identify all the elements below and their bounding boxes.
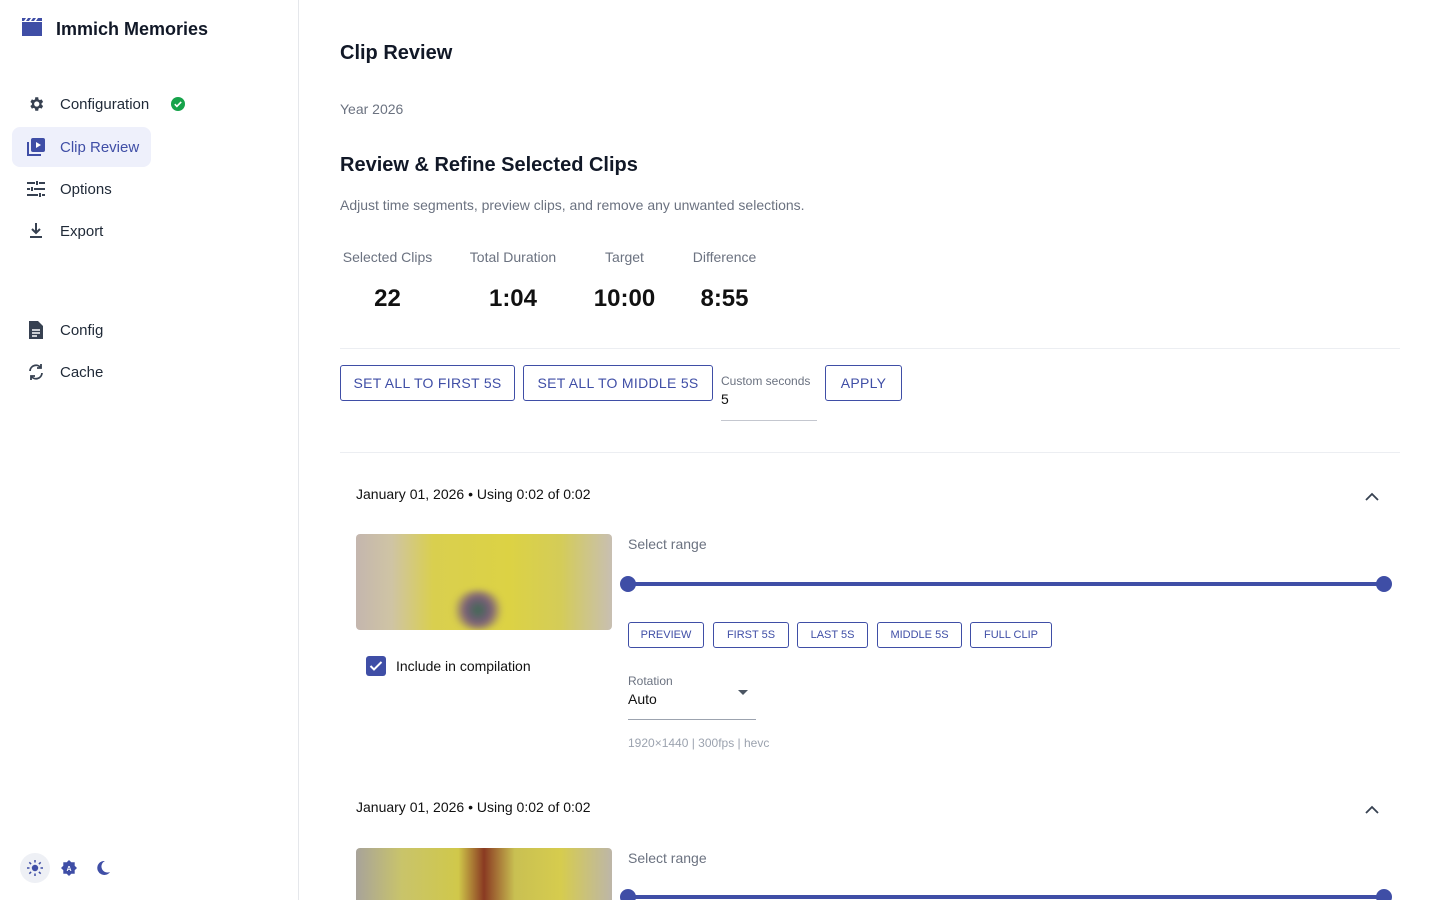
sidebar-item-label: Configuration: [60, 95, 150, 113]
moon-icon: [96, 861, 110, 875]
stat-label: Total Duration: [469, 249, 557, 265]
stat-difference: Difference 8:55: [690, 249, 759, 313]
stat-label: Selected Clips: [342, 249, 433, 265]
page-title: Clip Review: [340, 42, 453, 64]
middle-5s-button[interactable]: MIDDLE 5S: [877, 622, 962, 648]
brand: Immich Memories: [22, 18, 208, 41]
theme-light-button[interactable]: [20, 853, 50, 883]
document-icon: [26, 320, 46, 340]
sidebar-item-label: Clip Review: [60, 138, 140, 156]
stat-value: 22: [374, 285, 401, 312]
set-all-first-button[interactable]: SET ALL TO FIRST 5S: [340, 365, 515, 401]
clapperboard-icon: [22, 18, 42, 41]
sidebar-item-config[interactable]: Config: [12, 310, 103, 350]
stat-target: Target 10:00: [590, 249, 659, 313]
sidebar-item-export[interactable]: Export: [12, 211, 103, 251]
theme-dark-button[interactable]: [88, 853, 118, 883]
checkmark-icon: [369, 660, 383, 672]
range-slider-start-handle[interactable]: [620, 889, 636, 900]
clip-thumbnail[interactable]: [356, 848, 612, 900]
chevron-up-icon[interactable]: [1365, 802, 1379, 814]
range-slider-start-handle[interactable]: [620, 576, 636, 592]
sidebar-item-label: Options: [60, 180, 112, 198]
apply-button[interactable]: APPLY: [825, 365, 902, 401]
stat-total-duration: Total Duration 1:04: [467, 249, 559, 313]
thumbnail-blur-shape: [452, 590, 504, 630]
sidebar: Immich Memories Configuration Clip Revie…: [0, 0, 299, 900]
range-slider-track[interactable]: [628, 895, 1384, 899]
stat-value: 8:55: [700, 285, 749, 312]
custom-seconds-input[interactable]: Custom seconds 5: [721, 374, 817, 421]
svg-text:A: A: [66, 866, 71, 873]
last-5s-button[interactable]: LAST 5S: [797, 622, 868, 648]
dropdown-caret-icon: [738, 690, 748, 695]
section-title: Review & Refine Selected Clips: [340, 154, 638, 176]
range-slider-end-handle[interactable]: [1376, 889, 1392, 900]
year-label: Year 2026: [340, 101, 404, 117]
sidebar-item-clip-review[interactable]: Clip Review: [12, 127, 151, 167]
divider: [340, 348, 1400, 349]
rotation-value: Auto: [628, 691, 657, 707]
sidebar-item-options[interactable]: Options: [12, 169, 112, 209]
clip-header[interactable]: January 01, 2026 • Using 0:02 of 0:02: [356, 799, 591, 815]
check-circle-icon: [171, 97, 186, 111]
auto-brightness-icon: A: [61, 860, 77, 876]
first-5s-button[interactable]: FIRST 5S: [713, 622, 789, 648]
full-clip-button[interactable]: FULL CLIP: [970, 622, 1052, 648]
range-slider-track[interactable]: [628, 582, 1384, 586]
range-label: Select range: [628, 850, 707, 866]
stat-label: Difference: [692, 249, 757, 265]
range-slider-end-handle[interactable]: [1376, 576, 1392, 592]
rotation-label: Rotation: [628, 674, 673, 688]
sun-icon: [27, 860, 43, 876]
refresh-icon: [26, 362, 46, 382]
sidebar-item-configuration[interactable]: Configuration: [12, 84, 186, 124]
app-title: Immich Memories: [56, 19, 209, 39]
sidebar-item-cache[interactable]: Cache: [12, 352, 103, 392]
sidebar-item-label: Export: [60, 222, 104, 240]
include-label[interactable]: Include in compilation: [396, 658, 531, 674]
preview-button[interactable]: PREVIEW: [628, 622, 704, 648]
stat-value: 10:00: [593, 285, 656, 312]
sidebar-item-label: Config: [60, 321, 104, 339]
custom-seconds-label: Custom seconds: [721, 374, 811, 388]
clip-metadata: 1920×1440 | 300fps | hevc: [628, 736, 770, 750]
download-icon: [26, 221, 46, 241]
stat-value: 1:04: [488, 285, 538, 312]
stat-selected-clips: Selected Clips 22: [340, 249, 435, 313]
divider: [340, 452, 1400, 453]
include-checkbox[interactable]: [366, 656, 386, 676]
section-description: Adjust time segments, preview clips, and…: [340, 197, 805, 213]
stat-label: Target: [605, 249, 644, 265]
sliders-icon: [26, 179, 46, 199]
theme-auto-button[interactable]: A: [54, 853, 84, 883]
clip-review-icon: [26, 137, 46, 157]
clip-thumbnail[interactable]: [356, 534, 612, 630]
custom-seconds-value: 5: [721, 391, 729, 407]
range-label: Select range: [628, 536, 707, 552]
clip-header[interactable]: January 01, 2026 • Using 0:02 of 0:02: [356, 486, 591, 502]
sidebar-item-label: Cache: [60, 363, 104, 381]
theme-switcher: A: [20, 853, 118, 883]
gear-icon: [26, 94, 46, 114]
rotation-select[interactable]: Rotation Auto: [628, 674, 756, 720]
set-all-middle-button[interactable]: SET ALL TO MIDDLE 5S: [523, 365, 713, 401]
chevron-up-icon[interactable]: [1365, 489, 1379, 501]
